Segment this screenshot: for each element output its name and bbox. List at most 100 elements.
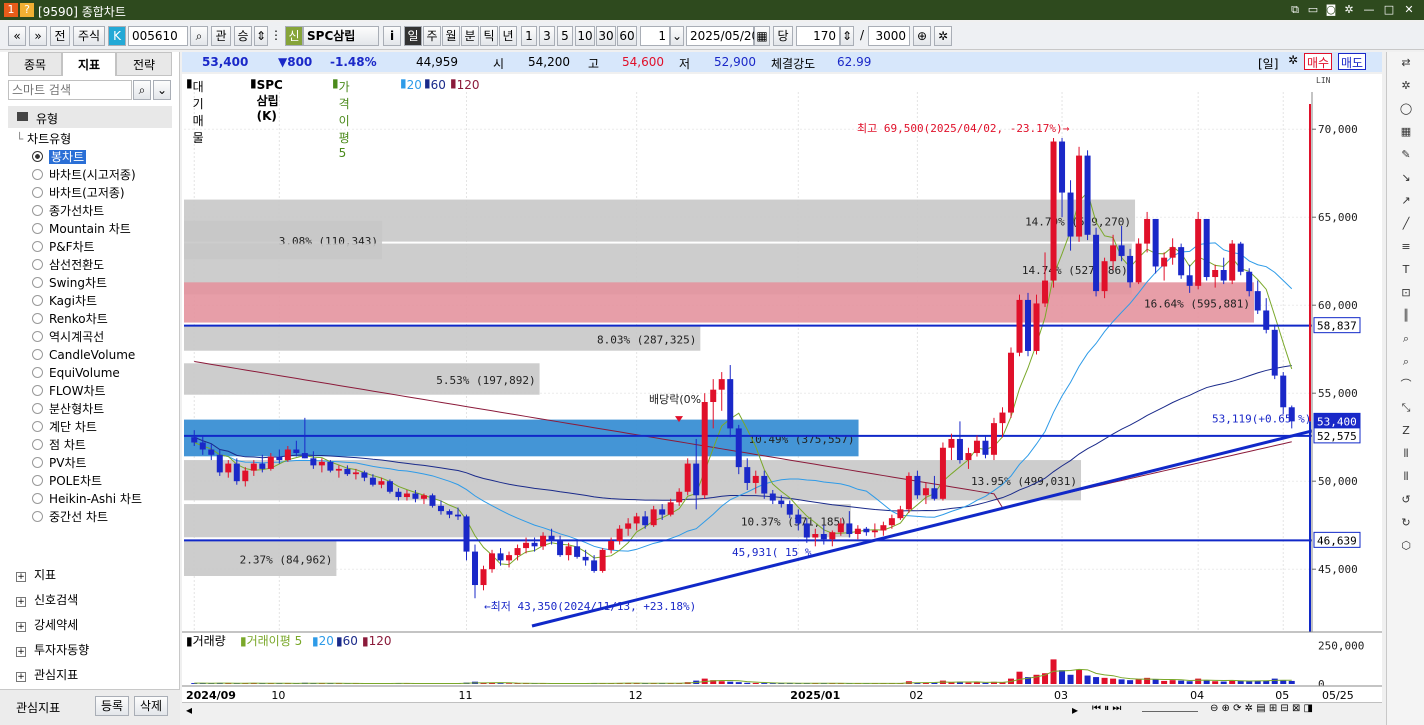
period-year[interactable]: 년 [499,26,517,46]
chart-type-option[interactable]: 계단 차트 [32,418,97,436]
prev-button[interactable]: « [8,26,26,46]
period-minute[interactable]: 분 [461,26,479,46]
minimize-icon[interactable]: — [1362,3,1376,17]
period-day[interactable]: 일 [404,26,422,46]
radio-icon[interactable] [32,349,43,360]
pen-icon[interactable]: ✎ [1399,148,1413,162]
search-icon[interactable]: ⌕ [190,26,208,46]
type-section-header[interactable]: 유형 [8,106,172,128]
chart-type-option[interactable]: CandleVolume [32,346,135,364]
arrow-down-icon[interactable]: ↘ [1399,171,1413,185]
chart-type-option[interactable]: Renko차트 [32,310,108,328]
search-icon[interactable]: ⌕ [133,80,151,100]
radio-icon[interactable] [32,475,43,486]
calendar-icon[interactable]: ▦ [754,26,770,46]
collapse-icon[interactable]: ⌄ [153,80,171,100]
dang-button[interactable]: 당 [773,26,793,46]
zoom-out-icon[interactable]: ⌕ [1399,355,1413,369]
total-input[interactable]: 3000 [868,26,910,46]
k-badge[interactable]: K [108,26,126,46]
seung-button[interactable]: 승 [234,26,252,46]
chevron-down-icon[interactable]: ⌄ [670,26,684,46]
radio-icon[interactable] [32,187,43,198]
close-icon[interactable]: ✕ [1402,3,1416,17]
chart-type-option[interactable]: 삼선전환도 [32,256,104,274]
radio-icon[interactable] [32,205,43,216]
radio-icon[interactable] [32,403,43,414]
scroll-right-icon[interactable]: ▸ [1072,703,1078,717]
text-icon[interactable]: T [1399,263,1413,277]
chart-type-option[interactable]: 바차트(고저종) [32,184,125,202]
radio-icon[interactable] [32,241,43,252]
count-spin-icon[interactable]: ⇕ [840,26,854,46]
period-tick[interactable]: 틱 [480,26,498,46]
sell-button[interactable]: 매도 [1338,53,1367,70]
min-3[interactable]: 3 [539,26,555,46]
chart-type-option[interactable]: Mountain 차트 [32,220,131,238]
zoom-icon[interactable]: ⊕ [913,26,931,46]
bar-icon[interactable]: ▦ [1399,125,1413,139]
zigzag-icon[interactable]: Z [1399,424,1413,438]
delete-button[interactable]: 삭제 [134,696,168,716]
link-icon[interactable]: ⧉ [1288,3,1302,17]
spin-icon[interactable]: ⇕ [254,26,268,46]
playback-controls[interactable]: ⏮ ⏸ ⏭ [1092,703,1121,714]
min-10[interactable]: 10 [575,26,595,46]
period-week[interactable]: 주 [423,26,441,46]
fib-icon[interactable]: ≡ [1399,240,1413,254]
chart-type-option[interactable]: EquiVolume [32,364,120,382]
date-input[interactable]: 2025/05/20 [686,26,759,46]
radio-icon[interactable] [32,367,43,378]
radio-icon[interactable] [32,169,43,180]
chart-type-option[interactable]: Kagi차트 [32,292,97,310]
zoom-in-icon[interactable]: ⌕ [1399,332,1413,346]
section-item[interactable]: + 신호검색 [16,589,78,611]
swap-icon[interactable]: ⇄ [1399,56,1413,70]
chart-type-option[interactable]: 분산형차트 [32,400,104,418]
radio-icon[interactable] [32,421,43,432]
zoom-buttons[interactable]: ⊖ ⊕ ⟳ ✲ ▤ ⊞ ⊟ ⊠ ◨ [1210,703,1313,714]
new-window-icon[interactable]: ▭ [1306,3,1320,17]
chart-type-option[interactable]: POLE차트 [32,472,102,490]
price-chart[interactable]: 14.79% (529,270)3.08% (110,343)14.74% (5… [182,74,1382,714]
section-item[interactable]: + 투자자동향 [16,639,89,661]
period-month[interactable]: 월 [442,26,460,46]
smart-search-input[interactable] [8,80,132,100]
resize-icon[interactable]: ⤡ [1399,401,1413,415]
market-select[interactable]: 주식 [73,26,105,46]
horizontal-scrollbar[interactable]: ◂ ▸ ⏮ ⏸ ⏭ ⊖ ⊕ ⟳ ✲ ▤ ⊞ ⊟ ⊠ ◨ [182,702,1382,718]
radio-icon[interactable] [32,259,43,270]
stock-code-input[interactable]: 005610 [128,26,188,46]
section-item[interactable]: + 지표 [16,564,56,586]
expand-icon[interactable]: + [16,622,26,632]
grid-icon[interactable]: ⦀ [1399,447,1413,461]
chart-area[interactable]: 14.79% (529,270) 3.08% (110,343) 14.74% (5… [182,74,1382,714]
radio-icon[interactable] [32,223,43,234]
zoom-slider[interactable] [1142,711,1198,712]
expand-icon[interactable]: + [16,572,26,582]
undo-icon[interactable]: ↺ [1399,493,1413,507]
all-button[interactable]: 전 [50,26,70,46]
gwan-button[interactable]: 관 [211,26,231,46]
buy-button[interactable]: 매수 [1304,53,1333,70]
chart-type-option[interactable]: 종가선차트 [32,202,104,220]
radio-icon[interactable] [32,493,43,504]
tab-strategy[interactable]: 전략 [116,52,172,76]
gear-icon[interactable]: ✲ [1285,53,1301,69]
expand-icon[interactable]: + [16,647,26,657]
stock-name[interactable]: SPC삼립 [303,26,379,46]
gear-icon[interactable]: ✲ [1399,79,1413,93]
radio-icon[interactable] [32,151,43,162]
chart-type-option[interactable]: 점 차트 [32,436,86,454]
radio-icon[interactable] [32,457,43,468]
chart-type-option[interactable]: 봉차트 [32,148,87,166]
radio-icon[interactable] [32,277,43,288]
chart-type-option[interactable]: 바차트(시고저종) [32,166,136,184]
chart-type-option[interactable]: Heikin-Ashi 차트 [32,490,142,508]
channel-icon[interactable]: ║ [1399,309,1413,323]
arrow-up-icon[interactable]: ↗ [1399,194,1413,208]
shape-icon[interactable]: ⬡ [1399,539,1413,553]
register-button[interactable]: 등록 [95,696,129,716]
radio-icon[interactable] [32,385,43,396]
scroll-left-icon[interactable]: ◂ [186,703,192,717]
